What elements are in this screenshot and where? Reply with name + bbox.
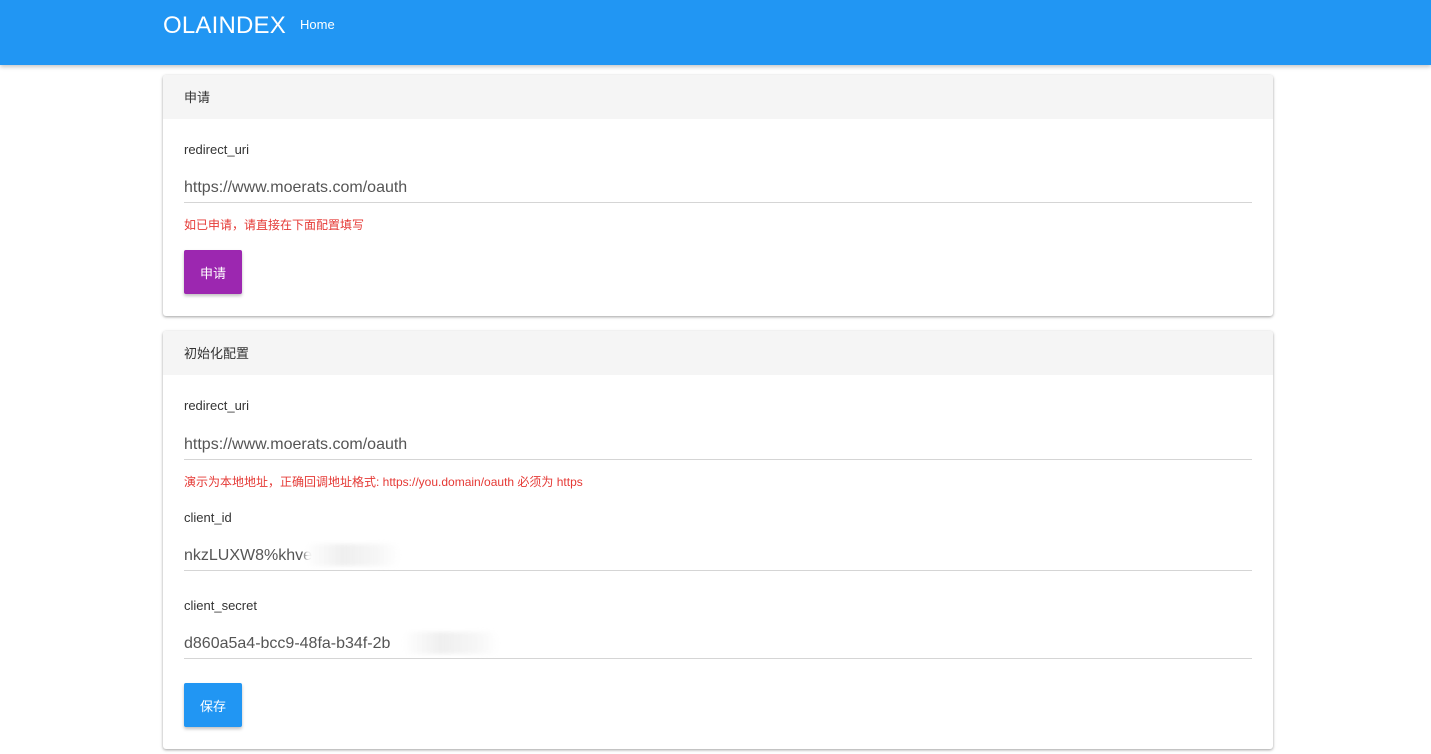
client-id-redaction-blur [305, 544, 400, 566]
client-id-label: client_id [184, 510, 232, 525]
apply-card-header: 申请 [163, 75, 1273, 119]
apply-help-text: 如已申请，请直接在下面配置填写 [184, 218, 365, 232]
init-config-card-header: 初始化配置 [163, 331, 1273, 375]
apply-card: 申请 redirect_uri 如已申请，请直接在下面配置填写 申请 [163, 75, 1273, 316]
init-config-card: 初始化配置 redirect_uri 演示为本地地址，正确回调地址格式: htt… [163, 331, 1273, 749]
init-redirect-help-text: 演示为本地地址，正确回调地址格式: https://you.domain/oau… [184, 475, 583, 489]
brand-logo-text[interactable]: OLAINDEX [163, 12, 286, 40]
top-navbar: OLAINDEX Home [0, 0, 1431, 65]
client-secret-redaction-blur [403, 632, 499, 654]
nav-link-home[interactable]: Home [300, 17, 335, 33]
apply-redirect-uri-input[interactable] [184, 173, 1252, 203]
client-secret-label: client_secret [184, 598, 257, 613]
client-secret-input[interactable] [184, 629, 1252, 659]
save-button[interactable]: 保存 [184, 683, 242, 727]
init-redirect-uri-label: redirect_uri [184, 398, 250, 413]
apply-button[interactable]: 申请 [184, 250, 242, 294]
init-redirect-uri-input[interactable] [184, 430, 1252, 460]
apply-redirect-uri-label: redirect_uri [184, 142, 250, 157]
